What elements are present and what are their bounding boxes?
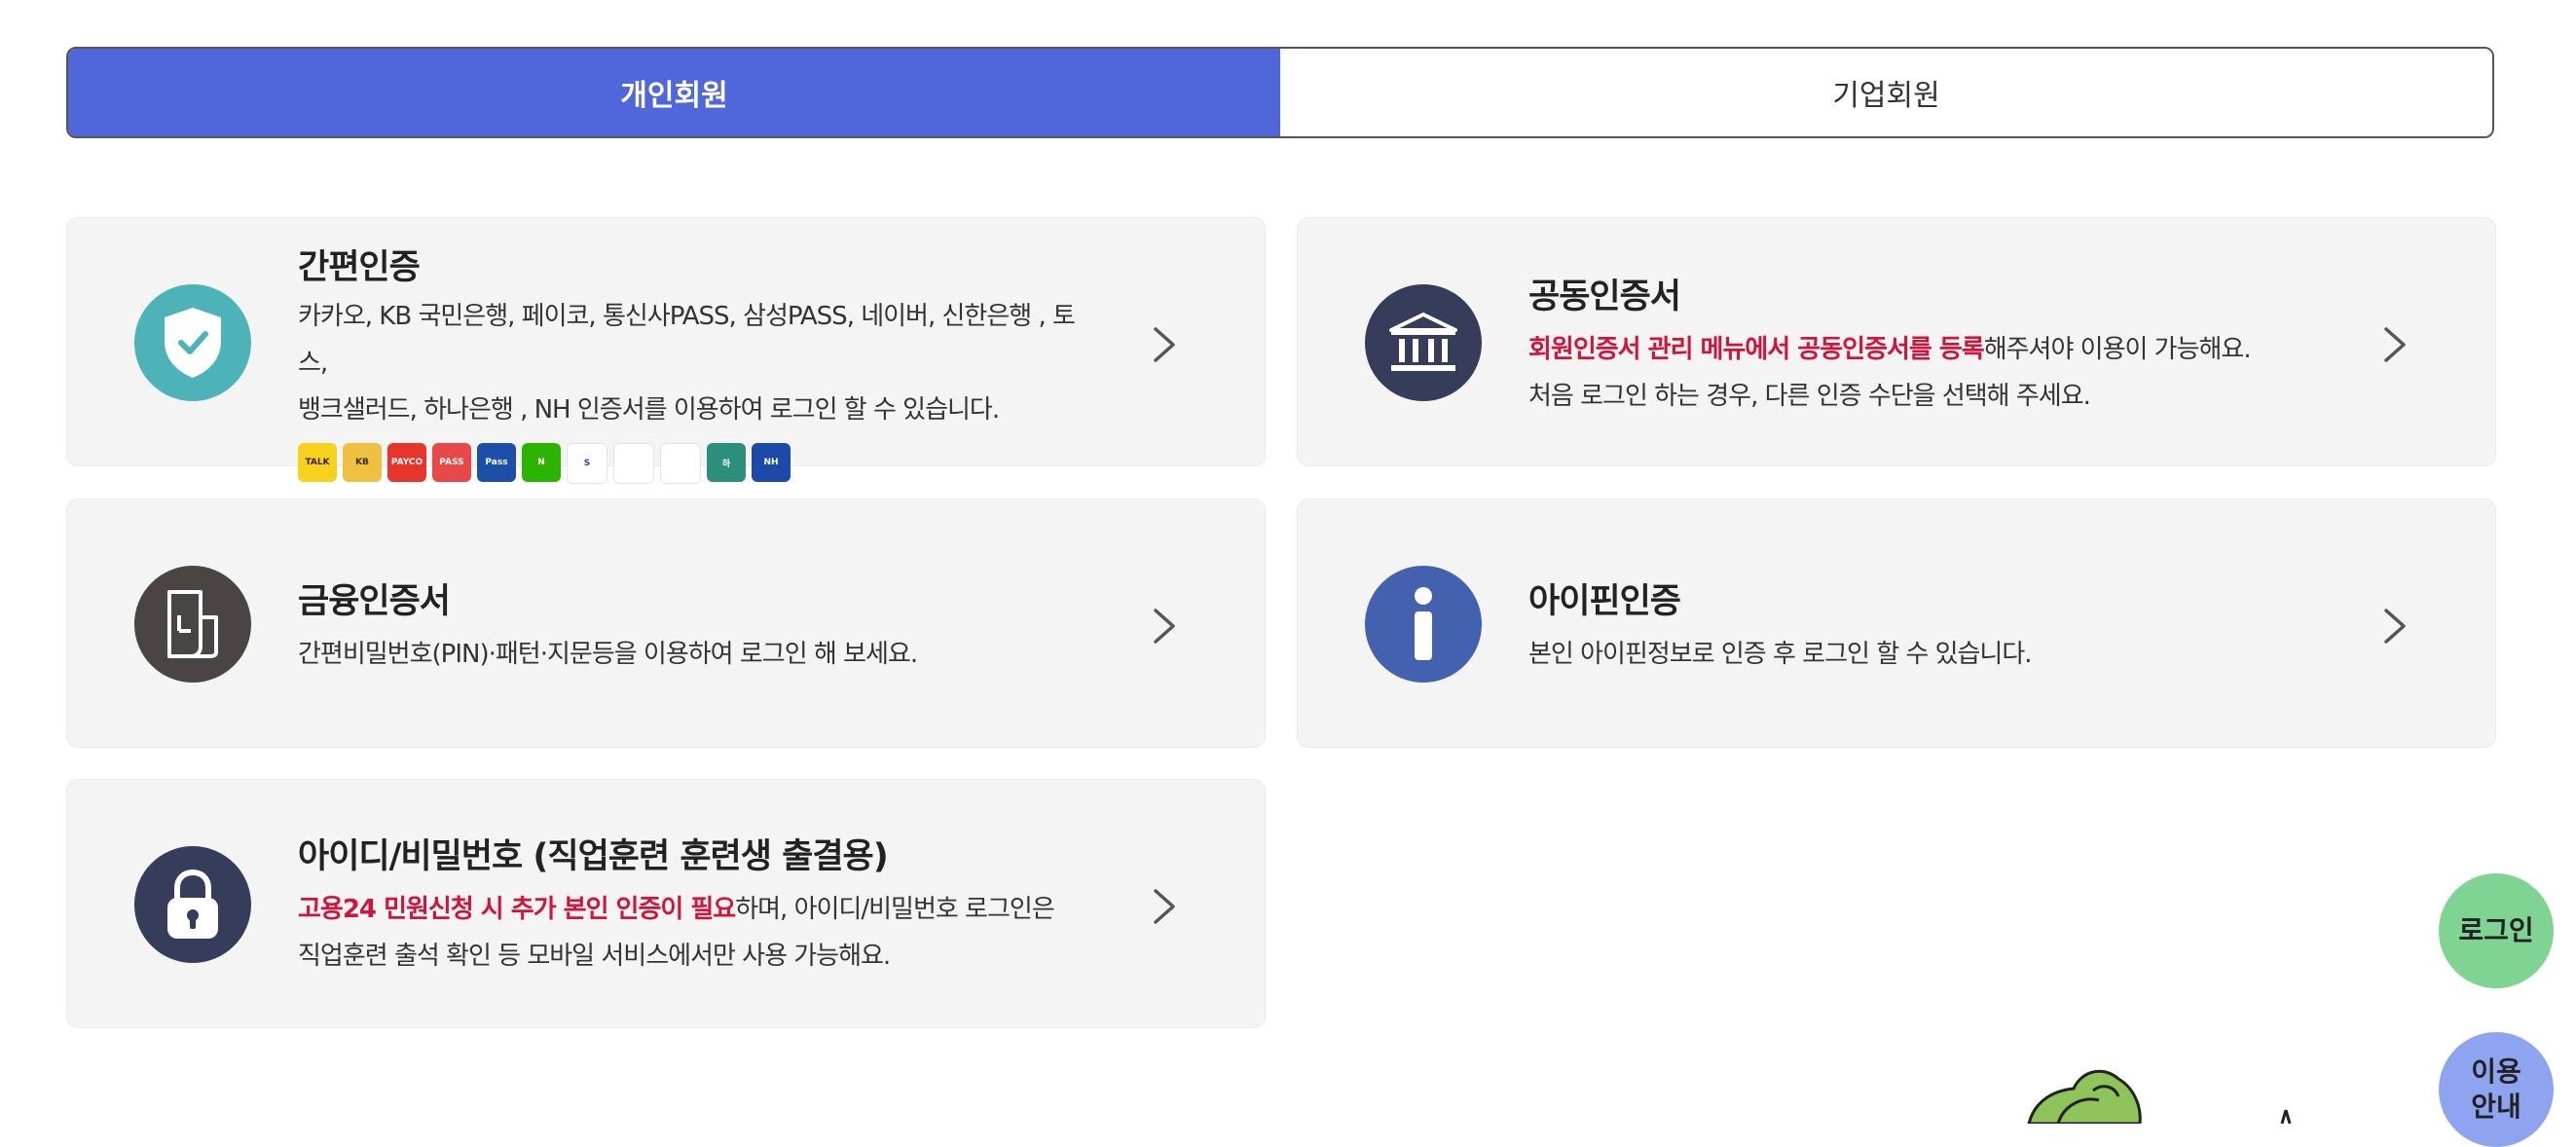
card-description: 고용24 민원신청 시 추가 본인 인증이 필요하며, 아이디/비밀번호 로그인… <box>298 886 1089 980</box>
ipin-auth-card[interactable]: 아이핀인증 본인 아이핀정보로 인증 후 로그인 할 수 있습니다. <box>1297 499 2496 748</box>
hana-logo: 하 <box>707 443 746 482</box>
provider-logos: TALK KB PAYCO PASS Pass N S 하 NH <box>298 443 1089 484</box>
chevron-right-icon <box>1154 609 1175 644</box>
alert-text: 회원인증서 관리 메뉴에서 공동인증서를 등록 <box>1528 335 1985 364</box>
card-description: 본인 아이핀정보로 인증 후 로그인 할 수 있습니다. <box>1528 640 2033 669</box>
chevron-right-icon <box>2384 609 2406 644</box>
member-type-tabs: 개인회원 기업회원 <box>66 47 2494 138</box>
desc-line: 카카오, KB 국민은행, 페이코, 통신사PASS, 삼성PASS, 네이버,… <box>298 302 1076 378</box>
shinhan-logo: S <box>567 443 607 484</box>
chevron-right-icon <box>2384 327 2406 362</box>
simple-auth-card[interactable]: 간편인증 카카오, KB 국민은행, 페이코, 통신사PASS, 삼성PASS,… <box>66 217 1266 484</box>
card-title: 아이디/비밀번호 (직업훈련 훈련생 출결용) <box>298 837 889 876</box>
finance-certificate-card[interactable]: 금융인증서 간편비밀번호(PIN)·패턴·지문등을 이용하여 로그인 해 보세요… <box>66 499 1266 748</box>
guide-label-line: 안내 <box>2471 1091 2521 1123</box>
nh-logo: NH <box>752 443 791 482</box>
lock-icon <box>134 846 251 963</box>
desc-text: 하며, 아이디/비밀번호 로그인은 <box>735 895 1055 924</box>
bank-building-icon <box>1365 284 1482 401</box>
banksalad-logo <box>660 443 701 484</box>
guide-button[interactable]: 이용 안내 <box>2439 1032 2554 1147</box>
chevron-right-icon <box>1154 327 1175 362</box>
samsung-pass-logo: Pass <box>477 443 516 482</box>
naver-logo: N <box>522 443 561 482</box>
card-description: 간편비밀번호(PIN)·패턴·지문등을 이용하여 로그인 해 보세요. <box>298 640 918 669</box>
card-title: 간편인증 <box>298 248 421 287</box>
card-title: 금융인증서 <box>298 582 451 621</box>
pass-logo: PASS <box>432 443 471 482</box>
card-title: 아이핀인증 <box>1528 582 1681 621</box>
desc-line: 처음 로그인 하는 경우, 다른 인증 수단을 선택해 주세요. <box>1528 382 2091 411</box>
mascot-illustration <box>2027 1069 2292 1124</box>
info-icon <box>1365 566 1482 683</box>
id-password-card[interactable]: 아이디/비밀번호 (직업훈련 훈련생 출결용) 고용24 민원신청 시 추가 본… <box>66 779 1266 1028</box>
guide-label-line: 이용 <box>2471 1055 2521 1088</box>
joint-certificate-card[interactable]: 공동인증서 회원인증서 관리 메뉴에서 공동인증서를 등록해주셔야 이용이 가능… <box>1297 217 2496 466</box>
desc-text: 해주셔야 이용이 가능해요. <box>1983 335 2252 364</box>
kakao-logo: TALK <box>298 443 337 482</box>
desc-line: 뱅크샐러드, 하나은행 , NH 인증서를 이용하여 로그인 할 수 있습니다. <box>298 395 1000 425</box>
alert-text: 고용24 민원신청 시 추가 본인 인증이 필요 <box>298 895 736 924</box>
shield-check-icon <box>134 284 251 401</box>
payco-logo: PAYCO <box>387 443 426 482</box>
login-button[interactable]: 로그인 <box>2439 873 2554 988</box>
chevron-right-icon <box>1154 889 1175 924</box>
tab-business[interactable]: 기업회원 <box>1280 49 2492 136</box>
document-phone-icon <box>134 566 251 683</box>
desc-line: 회원인증서 관리 메뉴에서 공동인증서를 등록해주셔야 이용이 가능해요. <box>1528 326 2320 373</box>
desc-line: 직업훈련 출석 확인 등 모바일 서비스에서만 사용 가능해요. <box>298 942 891 971</box>
desc-line: 고용24 민원신청 시 추가 본인 인증이 필요하며, 아이디/비밀번호 로그인… <box>298 886 1089 933</box>
card-title: 공동인증서 <box>1528 278 1681 316</box>
card-description: 카카오, KB 국민은행, 페이코, 통신사PASS, 삼성PASS, 네이버,… <box>298 293 1089 433</box>
toss-logo <box>613 443 654 484</box>
tab-personal[interactable]: 개인회원 <box>68 49 1280 136</box>
kb-logo: KB <box>343 443 382 482</box>
card-description: 회원인증서 관리 메뉴에서 공동인증서를 등록해주셔야 이용이 가능해요. 처음… <box>1528 326 2320 420</box>
